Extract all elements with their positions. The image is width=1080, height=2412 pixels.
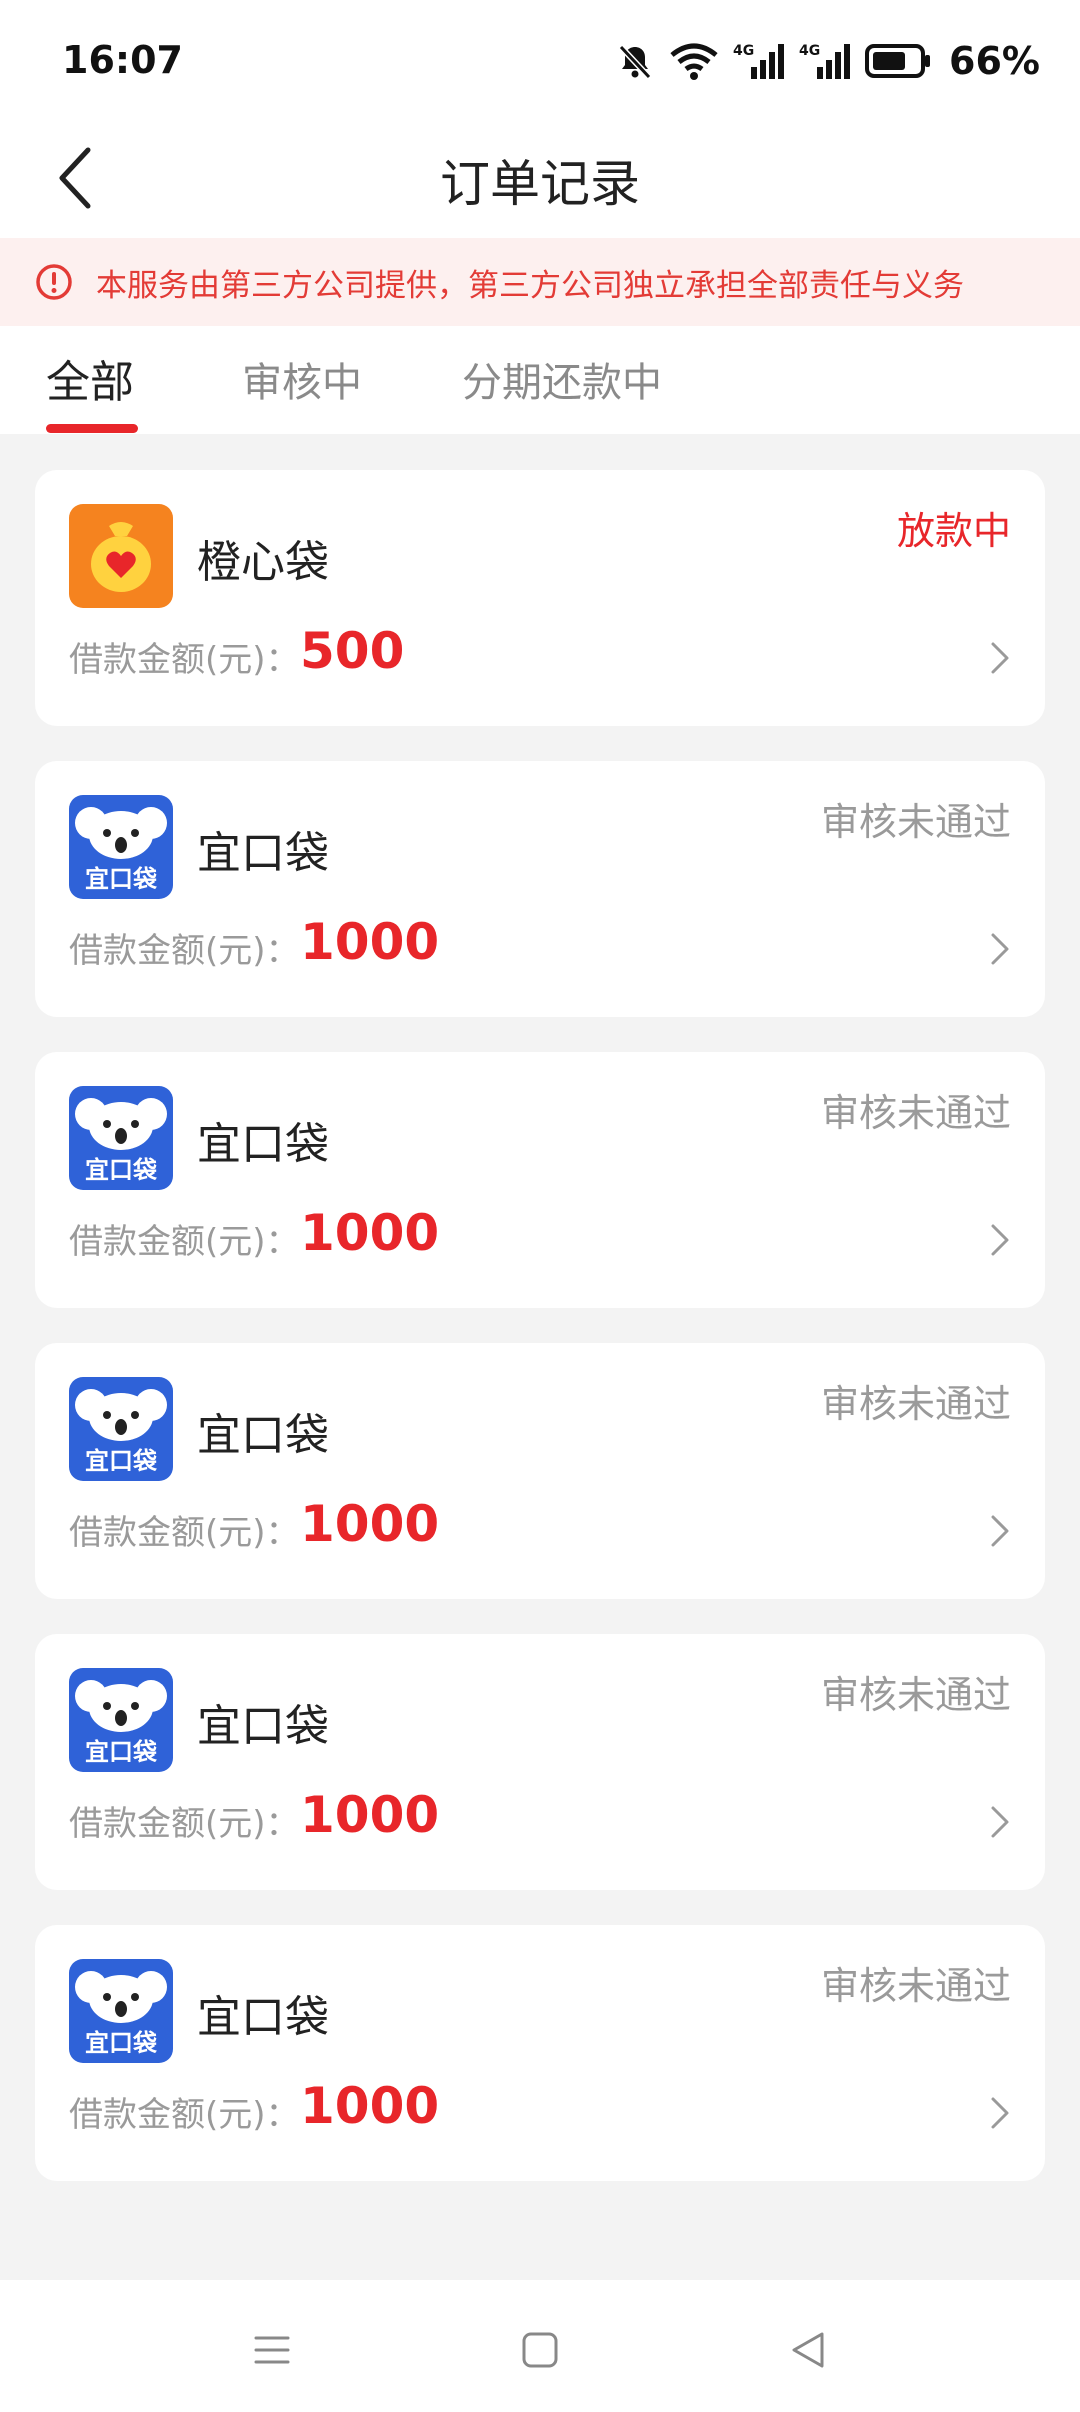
amount-value: 1000 (300, 1495, 440, 1553)
status-icons: 4G 4G 66% (615, 36, 1040, 86)
battery-icon (865, 44, 931, 78)
order-status: 放款中 (896, 509, 1011, 553)
tab-installment[interactable]: 分期还款中 (462, 350, 662, 408)
status-time: 16:07 (62, 38, 183, 82)
order-card[interactable]: 宜口袋 宜口袋 审核未通过 借款金额(元)： 1000 (35, 761, 1045, 1017)
alert-circle-icon (36, 264, 72, 300)
order-name: 宜口袋 (197, 828, 329, 879)
header: 订单记录 (0, 120, 1080, 238)
amount-value: 1000 (300, 2077, 440, 2135)
status-bar: 16:07 4G 4G 66% (0, 0, 1080, 120)
order-status: 审核未通过 (820, 800, 1011, 844)
svg-text:宜口袋: 宜口袋 (85, 1738, 158, 1766)
order-name: 宜口袋 (197, 1701, 329, 1752)
order-status: 审核未通过 (820, 1673, 1011, 1717)
tab-reviewing[interactable]: 审核中 (242, 350, 362, 408)
order-card[interactable]: 宜口袋 宜口袋 审核未通过 借款金额(元)： 1000 (35, 1052, 1045, 1308)
amount-label: 借款金额(元)： (69, 1804, 300, 1844)
order-name: 宜口袋 (197, 1119, 329, 1170)
koala-logo: 宜口袋 (69, 1668, 173, 1772)
tab-all[interactable]: 全部 (46, 346, 134, 410)
tab-bar: 全部 审核中 分期还款中 (0, 326, 1080, 434)
amount-label: 借款金额(元)： (69, 1222, 300, 1262)
amount-value: 1000 (300, 913, 440, 971)
orange-money-bag-logo (69, 504, 173, 608)
order-status: 审核未通过 (820, 1382, 1011, 1426)
svg-text:宜口袋: 宜口袋 (85, 1447, 158, 1475)
svg-text:宜口袋: 宜口袋 (85, 1156, 158, 1184)
chevron-right-icon (991, 1515, 1009, 1547)
chevron-right-icon (991, 2097, 1009, 2129)
order-card[interactable]: 橙心袋 放款中 借款金额(元)： 500 (35, 470, 1045, 726)
koala-logo: 宜口袋 (69, 1959, 173, 2063)
home-square-icon[interactable] (510, 2320, 570, 2380)
svg-text:宜口袋: 宜口袋 (85, 865, 158, 893)
notice-banner: 本服务由第三方公司提供，第三方公司独立承担全部责任与义务 (0, 238, 1080, 326)
koala-logo: 宜口袋 (69, 1377, 173, 1481)
wifi-icon (670, 43, 718, 80)
amount-value: 500 (300, 622, 405, 680)
back-triangle-icon[interactable] (778, 2320, 838, 2380)
order-card[interactable]: 宜口袋 宜口袋 审核未通过 借款金额(元)： 1000 (35, 1634, 1045, 1890)
order-card[interactable]: 宜口袋 宜口袋 审核未通过 借款金额(元)： 1000 (35, 1343, 1045, 1599)
chevron-right-icon (991, 1224, 1009, 1256)
amount-label: 借款金额(元)： (69, 931, 300, 971)
amount-value: 1000 (300, 1204, 440, 1262)
order-status: 审核未通过 (820, 1964, 1011, 2008)
amount-label: 借款金额(元)： (69, 2095, 300, 2135)
system-nav-bar (0, 2280, 1080, 2412)
amount-value: 1000 (300, 1786, 440, 1844)
chevron-right-icon (991, 642, 1009, 674)
mute-bell-icon (618, 44, 652, 80)
svg-text:4G: 4G (799, 43, 820, 59)
koala-logo: 宜口袋 (69, 795, 173, 899)
order-status: 审核未通过 (820, 1091, 1011, 1135)
chevron-right-icon (991, 1806, 1009, 1838)
signal-4g-icon: 4G (733, 43, 785, 79)
order-name: 宜口袋 (197, 1992, 329, 2043)
svg-text:4G: 4G (733, 43, 754, 59)
koala-logo: 宜口袋 (69, 1086, 173, 1190)
order-name: 宜口袋 (197, 1410, 329, 1461)
svg-text:宜口袋: 宜口袋 (85, 2029, 158, 2057)
battery-percent: 66% (949, 39, 1040, 83)
page-title: 订单记录 (440, 155, 640, 213)
signal-4g-icon-2: 4G (799, 43, 851, 79)
menu-icon[interactable] (242, 2320, 302, 2380)
order-name: 橙心袋 (197, 537, 329, 588)
tab-indicator (46, 424, 138, 433)
chevron-right-icon (991, 933, 1009, 965)
amount-label: 借款金额(元)： (69, 640, 300, 680)
order-card[interactable]: 宜口袋 宜口袋 审核未通过 借款金额(元)： 1000 (35, 1925, 1045, 2181)
amount-label: 借款金额(元)： (69, 1513, 300, 1553)
notice-text: 本服务由第三方公司提供，第三方公司独立承担全部责任与义务 (96, 267, 964, 304)
